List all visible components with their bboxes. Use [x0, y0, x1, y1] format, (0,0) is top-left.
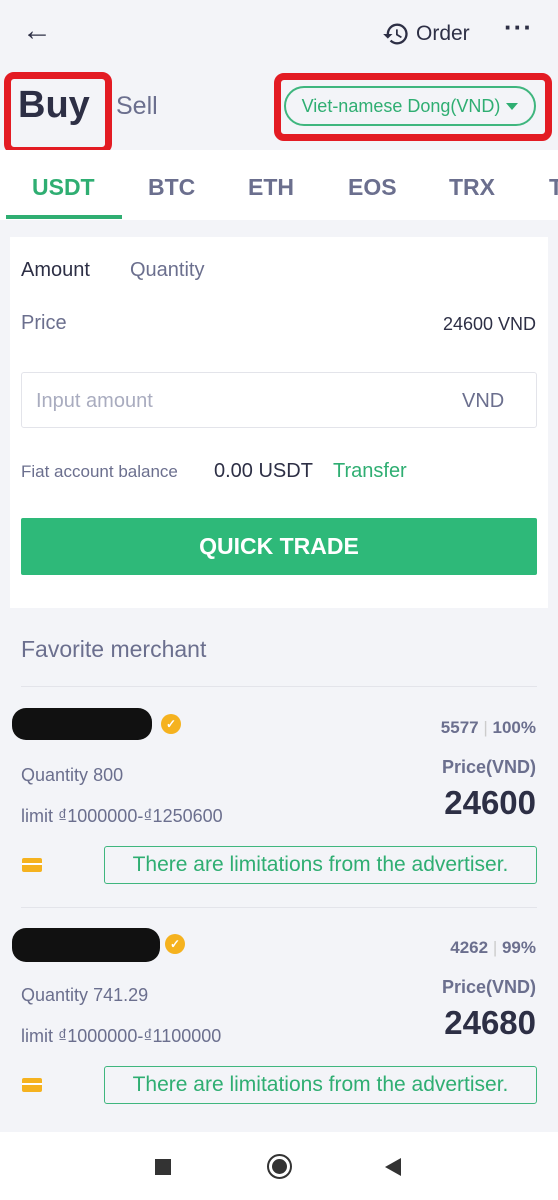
more-dots-icon[interactable]: ··· — [504, 12, 533, 43]
tab-eos[interactable]: EOS — [348, 174, 397, 201]
top-bar — [0, 0, 558, 70]
merchant-stats: 5577 | 100% — [440, 718, 536, 737]
merchant-row[interactable]: ✓ 5577 | 100% Price(VND) 24600 Quantity … — [0, 690, 558, 905]
bank-card-icon — [22, 858, 42, 872]
tab-more-coin[interactable]: T — [549, 174, 558, 201]
price-label: Price(VND) — [441, 977, 536, 997]
home-icon[interactable] — [267, 1154, 292, 1179]
arrow-left-icon[interactable]: ← — [22, 14, 52, 48]
quantity-tab[interactable]: Quantity — [130, 259, 204, 282]
tab-trx[interactable]: TRX — [449, 174, 495, 201]
amount-tab[interactable]: Amount — [21, 259, 90, 282]
annotation-box-currency — [274, 73, 552, 141]
recent-apps-icon[interactable] — [155, 1159, 171, 1175]
merchant-limit: limit ₫1000000-₫1250600 — [21, 806, 223, 826]
back-nav-icon[interactable] — [385, 1158, 401, 1176]
favorite-merchant-title: Favorite merchant — [21, 636, 207, 662]
system-nav-bar — [0, 1132, 558, 1200]
coin-tabs: USDT BTC ETH EOS TRX T — [0, 150, 558, 220]
limitation-notice: There are limitations from the advertise… — [104, 1066, 537, 1104]
balance-value: 0.00 USDT — [214, 460, 313, 482]
merchant-quantity: Quantity 741.29 — [21, 985, 149, 1005]
merchant-stats: 4262 | 99% — [450, 938, 536, 957]
limitation-notice: There are limitations from the advertise… — [104, 846, 537, 884]
amount-placeholder: Input amount — [36, 390, 153, 412]
merchant-quantity: Quantity 800 — [21, 765, 124, 785]
merchant-limit: limit ₫1000000-₫1100000 — [21, 1026, 222, 1046]
price-label: Price — [21, 312, 67, 334]
merchant-row[interactable]: ✓ 4262 | 99% Price(VND) 24680 Quantity 7… — [0, 910, 558, 1125]
verified-badge-icon: ✓ — [165, 934, 185, 954]
annotation-box-buy — [4, 72, 112, 154]
balance-label: Fiat account balance — [21, 462, 178, 481]
tab-btc[interactable]: BTC — [148, 174, 195, 201]
verified-badge-icon: ✓ — [161, 714, 181, 734]
input-unit: VND — [462, 390, 505, 412]
merchant-price: 24680 — [444, 1004, 536, 1041]
tab-eth[interactable]: ETH — [248, 174, 294, 201]
redacted-merchant-name — [12, 928, 160, 962]
price-label: Price(VND) — [441, 757, 536, 777]
tab-usdt[interactable]: USDT — [32, 174, 95, 201]
price-value: 24600 VND — [442, 314, 536, 334]
sell-tab[interactable]: Sell — [116, 92, 158, 121]
history-icon — [383, 23, 408, 45]
divider — [21, 907, 537, 908]
order-button[interactable]: Order — [382, 20, 470, 48]
divider — [21, 686, 537, 687]
transfer-link[interactable]: Transfer — [333, 460, 407, 483]
active-tab-indicator — [6, 215, 122, 219]
merchant-price: 24600 — [444, 784, 536, 821]
bank-card-icon — [22, 1078, 42, 1092]
redacted-merchant-name — [12, 708, 152, 740]
quick-trade-button[interactable]: QUICK TRADE — [21, 518, 537, 575]
order-label: Order — [416, 22, 470, 45]
